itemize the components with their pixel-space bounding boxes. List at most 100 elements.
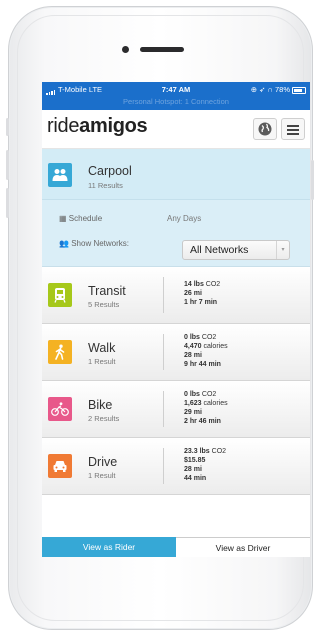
status-bar: T-Mobile LTE 7:47 AM ⊕ ➶ ∩ 78% Personal … [42, 82, 310, 110]
power-button [311, 160, 314, 200]
stat-unit: CO2 [203, 281, 221, 288]
carpool-options: ▦ Schedule Any Days 👥 Show Networks: All… [42, 200, 310, 267]
mode-results: 1 Result [88, 471, 116, 480]
mode-results: 1 Result [88, 357, 116, 366]
stat-line: 1 hr 7 min [184, 298, 220, 307]
calendar-icon: ▦ [59, 214, 67, 223]
stat-line: 9 hr 44 min [184, 360, 228, 369]
schedule-value[interactable]: Any Days [167, 214, 201, 223]
stat-unit: CO2 [199, 391, 217, 398]
mode-stats: 23.3 lbs CO2 $15.85 28 mi 44 min [184, 447, 226, 483]
stat-value: 1,623 [184, 400, 202, 407]
stat-value: 9 hr 44 min [184, 361, 221, 368]
battery-icon [292, 86, 306, 94]
divider [163, 277, 164, 313]
networks-label: Show Networks: [71, 239, 129, 248]
stat-unit: calories [201, 400, 228, 407]
schedule-option[interactable]: ▦ Schedule [59, 214, 102, 223]
phone-screen: T-Mobile LTE 7:47 AM ⊕ ➶ ∩ 78% Personal … [42, 82, 310, 557]
view-as-driver-button[interactable]: View as Driver [176, 537, 310, 557]
bike-tile [48, 397, 72, 421]
chevron-down-icon: ▾ [276, 241, 289, 259]
stat-line: 1,623 calories [184, 399, 228, 408]
carpool-tile [48, 163, 72, 187]
stat-line: 2 hr 46 min [184, 417, 228, 426]
stat-value: 14 lbs [184, 281, 204, 288]
mode-list: Transit 5 Results 14 lbs CO2 26 mi 1 hr 7 mi… [42, 267, 310, 495]
globe-icon [258, 122, 272, 136]
stat-line: 26 mi [184, 289, 220, 298]
stat-line: 4,470 calories [184, 342, 228, 351]
walk-icon [53, 344, 67, 360]
mode-row-walk[interactable]: Walk 1 Result 0 lbs CO2 4,470 calories 28 mi… [42, 324, 310, 381]
location-icon: ⊕ ➶ ∩ [250, 85, 273, 94]
stat-line: 0 lbs CO2 [184, 333, 228, 342]
stat-value: 1 hr 7 min [184, 299, 218, 306]
menu-button[interactable] [281, 118, 305, 140]
walk-tile [48, 340, 72, 364]
mode-stats: 0 lbs CO2 1,623 calories 29 mi 2 hr 46 min [184, 390, 228, 426]
stat-line: 0 lbs CO2 [184, 390, 228, 399]
app-header: rideamigos [42, 110, 310, 149]
networks-select-value: All Networks [190, 244, 249, 256]
mode-title: Transit [88, 284, 126, 298]
mode-row-transit[interactable]: Transit 5 Results 14 lbs CO2 26 mi 1 hr 7 mi… [42, 267, 310, 324]
networks-select[interactable]: All Networks ▾ [182, 240, 290, 260]
volume-up-button [6, 150, 9, 180]
schedule-label: Schedule [68, 214, 103, 223]
battery-percent: 78% [274, 85, 290, 94]
bike-icon [51, 402, 69, 416]
stat-unit: CO2 [199, 334, 217, 341]
mode-title: Walk [88, 341, 116, 355]
stat-value: 0 lbs [184, 334, 200, 341]
mode-row-drive[interactable]: Drive 1 Result 23.3 lbs CO2 $15.85 28 mi 44 m… [42, 438, 310, 495]
stat-value: 2 hr 46 min [184, 418, 221, 425]
mute-switch [6, 118, 9, 136]
hotspot-banner[interactable]: Personal Hotspot: 1 Connection [42, 97, 310, 106]
stat-value: 4,470 [184, 343, 202, 350]
carpool-row[interactable]: Carpool 11 Results [42, 149, 310, 200]
stat-line: 28 mi [184, 351, 228, 360]
mode-results: 5 Results [88, 300, 120, 309]
divider [163, 448, 164, 484]
status-icons: ⊕ ➶ ∩ 78% [251, 85, 306, 94]
stat-value: 0 lbs [184, 391, 200, 398]
stat-line: $15.85 [184, 456, 226, 465]
bus-icon [53, 287, 67, 303]
divider [163, 334, 164, 370]
mode-results: 2 Results [88, 414, 120, 423]
language-button[interactable] [253, 118, 277, 140]
volume-down-button [6, 188, 9, 218]
stat-value: 28 mi [184, 352, 202, 359]
stat-value: 44 min [184, 475, 207, 482]
mode-row-bike[interactable]: Bike 2 Results 0 lbs CO2 1,623 calories 29 m… [42, 381, 310, 438]
view-as-rider-button[interactable]: View as Rider [42, 537, 176, 557]
stat-unit: CO2 [209, 448, 227, 455]
carpool-title: Carpool [88, 164, 132, 178]
stat-line: 23.3 lbs CO2 [184, 447, 226, 456]
mode-title: Bike [88, 398, 113, 412]
people-icon [52, 169, 68, 181]
networks-label-group: 👥 Show Networks: [59, 239, 129, 248]
stat-value: $15.85 [184, 457, 206, 464]
mode-title: Drive [88, 455, 118, 469]
stat-line: 29 mi [184, 408, 228, 417]
car-icon [52, 459, 68, 473]
carpool-results: 11 Results [88, 181, 123, 190]
earpiece-speaker [140, 47, 184, 52]
group-icon: 👥 [59, 239, 69, 248]
stat-value: 26 mi [184, 290, 202, 297]
stat-value: 23.3 lbs [184, 448, 210, 455]
home-area [130, 590, 190, 602]
logo-text-bold: amigos [79, 115, 148, 137]
stat-line: 44 min [184, 474, 226, 483]
logo-text-light: ride [47, 115, 80, 137]
stat-line: 14 lbs CO2 [184, 280, 220, 289]
ride-amigos-logo: rideamigos [47, 115, 148, 138]
stat-value: 28 mi [184, 466, 202, 473]
drive-tile [48, 454, 72, 478]
stat-value: 29 mi [184, 409, 202, 416]
view-toggle: View as Rider View as Driver [42, 537, 310, 557]
stat-line: 28 mi [184, 465, 226, 474]
front-camera [122, 46, 129, 53]
